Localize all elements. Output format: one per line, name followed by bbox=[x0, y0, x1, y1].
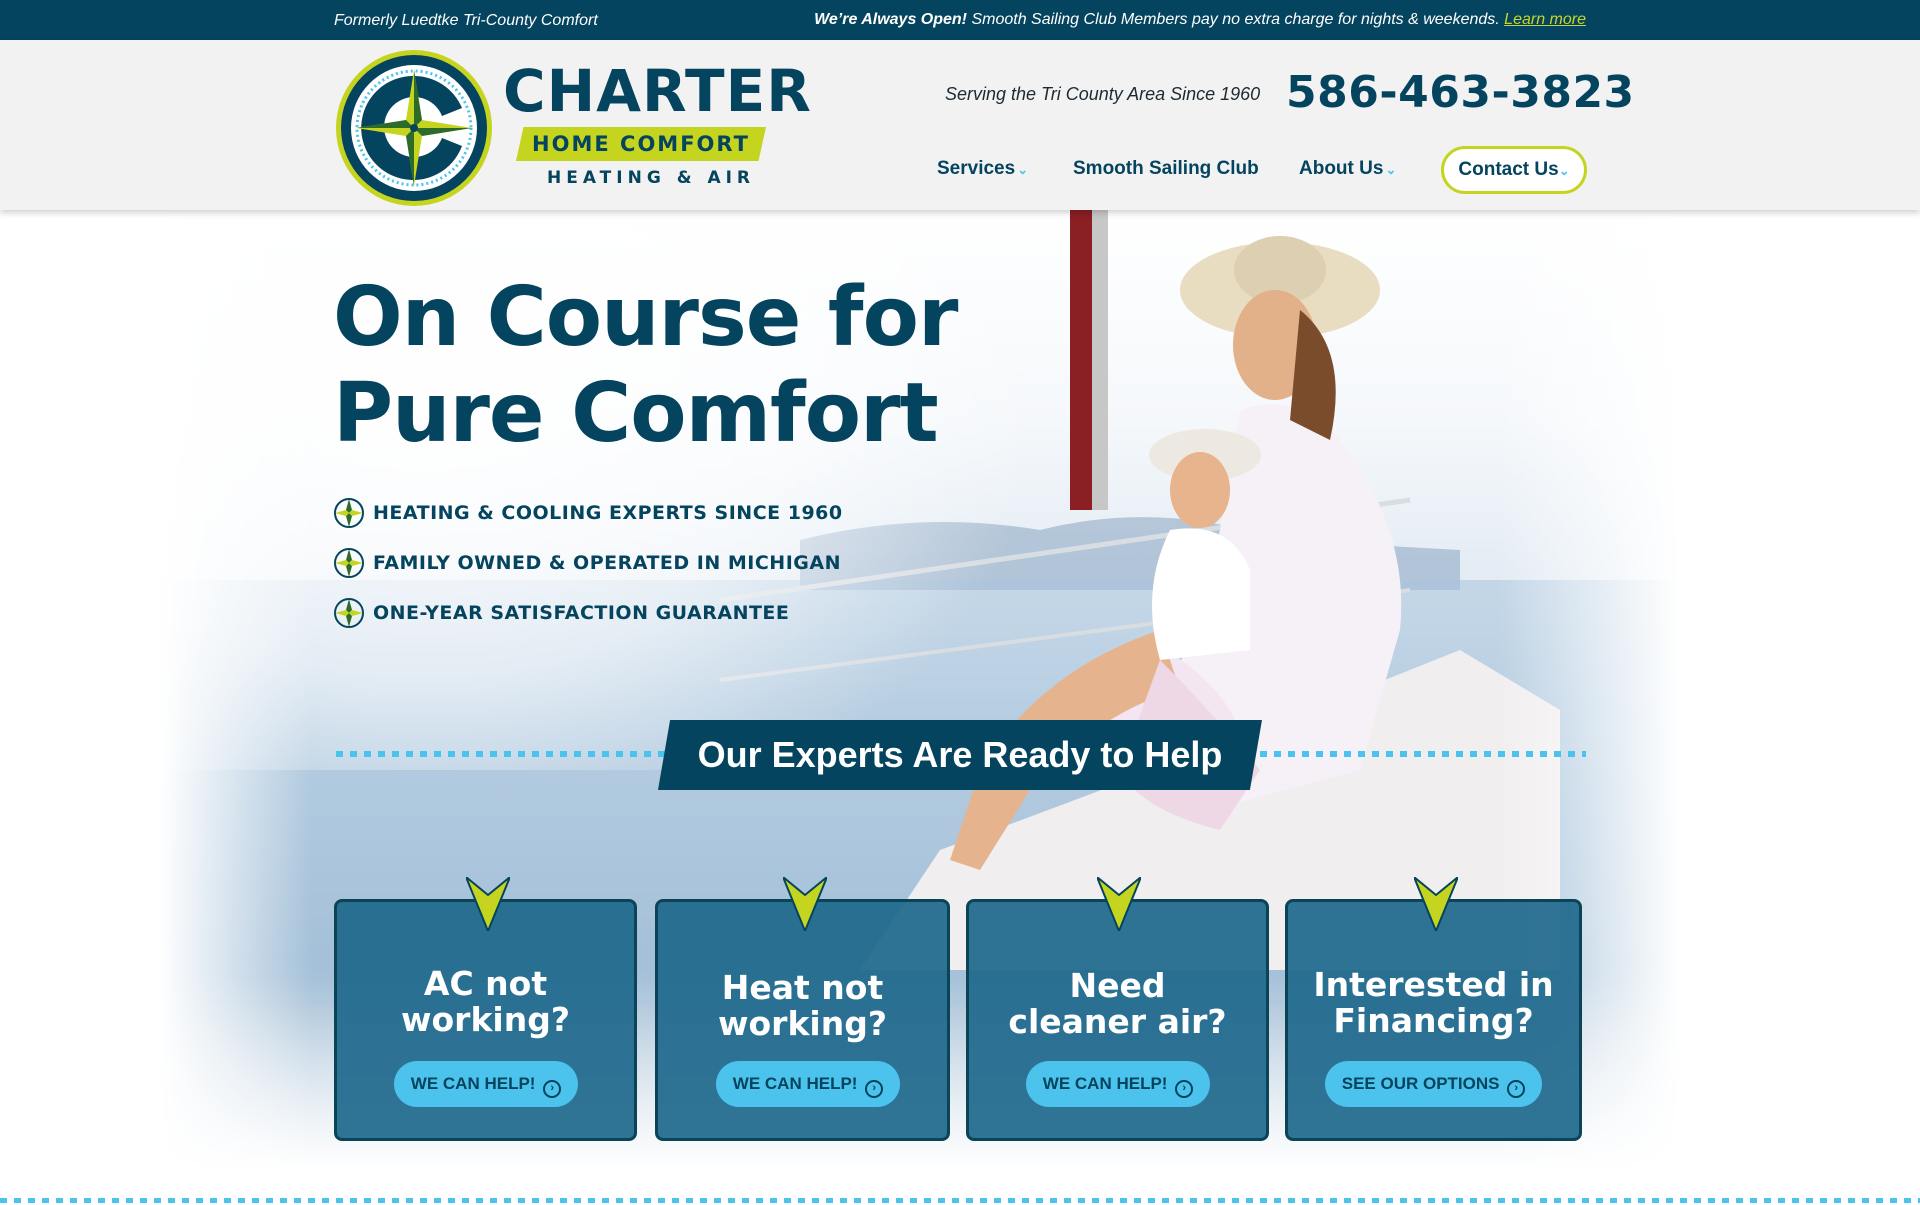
air-help-button[interactable]: WE CAN HELP! › bbox=[1026, 1061, 1210, 1107]
button-label: WE CAN HELP! bbox=[410, 1074, 536, 1093]
card-title-line-1: Heat not bbox=[721, 968, 884, 1007]
card-title: Heat not working? bbox=[658, 970, 947, 1042]
compass-star-icon bbox=[334, 548, 364, 578]
bottom-dotted-divider bbox=[0, 1198, 1920, 1203]
hero-bullet-list: HEATING & COOLING EXPERTS SINCE 1960 FAM… bbox=[333, 488, 843, 638]
bullet-text: FAMILY OWNED & OPERATED IN MICHIGAN bbox=[373, 552, 841, 574]
nav-about-label: About Us bbox=[1299, 158, 1384, 179]
learn-more-link[interactable]: Learn more bbox=[1504, 11, 1586, 28]
pointer-arrow-icon bbox=[466, 877, 510, 931]
card-title-line-1: AC not bbox=[423, 964, 548, 1003]
card-title-line-1: Interested in bbox=[1313, 965, 1554, 1004]
nav-smooth-sailing-club[interactable]: Smooth Sailing Club bbox=[1073, 158, 1259, 180]
bullet-item: ONE-YEAR SATISFACTION GUARANTEE bbox=[333, 588, 843, 638]
pointer-arrow-icon bbox=[783, 877, 827, 931]
headline-line-1: On Course for bbox=[333, 270, 958, 365]
contact-us-button[interactable]: Contact Us⌄ bbox=[1441, 146, 1587, 194]
experts-banner: Our Experts Are Ready to Help bbox=[658, 720, 1262, 790]
always-open-text: Smooth Sailing Club Members pay no extra… bbox=[967, 11, 1505, 28]
service-card-air-quality[interactable]: Need cleaner air? WE CAN HELP! › bbox=[966, 877, 1269, 1141]
card-title-line-2: cleaner air? bbox=[1008, 1002, 1227, 1041]
chevron-down-icon: ⌄ bbox=[1017, 162, 1029, 177]
card-title: Interested in Financing? bbox=[1288, 967, 1579, 1039]
arrow-circle-right-icon: › bbox=[543, 1080, 562, 1098]
announcement-bar: Formerly Luedtke Tri-County Comfort We’r… bbox=[0, 0, 1920, 40]
contact-us-label: Contact Us bbox=[1458, 159, 1559, 180]
logo-wordmark[interactable]: CHARTER bbox=[503, 62, 812, 120]
nav-services[interactable]: Services ⌄ bbox=[937, 158, 1028, 180]
service-card-ac[interactable]: AC not working? WE CAN HELP! › bbox=[334, 877, 637, 1141]
button-label: WE CAN HELP! bbox=[732, 1074, 858, 1093]
bullet-text: ONE-YEAR SATISFACTION GUARANTEE bbox=[373, 602, 790, 624]
compass-star-icon bbox=[334, 498, 364, 528]
logo-band: HOME COMFORT bbox=[516, 127, 766, 161]
always-open-label: We’re Always Open! bbox=[814, 11, 967, 28]
compass-star-icon bbox=[334, 598, 364, 628]
nav-services-label: Services bbox=[937, 158, 1016, 179]
bullet-text: HEATING & COOLING EXPERTS SINCE 1960 bbox=[373, 502, 843, 524]
nav-about-us[interactable]: About Us ⌄ bbox=[1299, 158, 1396, 180]
chevron-down-icon: ⌄ bbox=[1558, 163, 1570, 178]
formerly-text: Formerly Luedtke Tri-County Comfort bbox=[334, 12, 598, 29]
card-title-line-2: working? bbox=[401, 1000, 570, 1039]
pointer-arrow-icon bbox=[1097, 877, 1141, 931]
hero-section: On Course for Pure Comfort HEATING & COO… bbox=[0, 210, 1920, 1205]
chevron-down-icon: ⌄ bbox=[1385, 162, 1397, 177]
always-open-notice: We’re Always Open! Smooth Sailing Club M… bbox=[814, 11, 1586, 29]
compass-logo-icon[interactable] bbox=[334, 48, 494, 208]
card-title-line-2: Financing? bbox=[1333, 1001, 1534, 1040]
headline-line-2: Pure Comfort bbox=[333, 366, 939, 461]
card-title-line-2: working? bbox=[718, 1004, 887, 1043]
ac-help-button[interactable]: WE CAN HELP! › bbox=[394, 1061, 578, 1107]
arrow-circle-right-icon: › bbox=[865, 1080, 884, 1098]
arrow-circle-right-icon: › bbox=[1175, 1080, 1194, 1098]
pointer-arrow-icon bbox=[1414, 877, 1458, 931]
button-label: WE CAN HELP! bbox=[1042, 1074, 1168, 1093]
button-label: SEE OUR OPTIONS bbox=[1341, 1074, 1500, 1093]
logo-band-text: HOME COMFORT bbox=[532, 132, 750, 156]
site-header: CHARTER HOME COMFORT HEATING & AIR Servi… bbox=[0, 40, 1920, 210]
service-card-financing[interactable]: Interested in Financing? SEE OUR OPTIONS … bbox=[1285, 877, 1582, 1141]
card-title: Need cleaner air? bbox=[969, 968, 1266, 1040]
hero-headline: On Course for Pure Comfort bbox=[333, 270, 958, 462]
bullet-item: HEATING & COOLING EXPERTS SINCE 1960 bbox=[333, 488, 843, 538]
service-area-tagline: Serving the Tri County Area Since 1960 bbox=[945, 84, 1261, 104]
logo-subtitle: HEATING & AIR bbox=[547, 168, 756, 188]
phone-number-link[interactable]: 586-463-3823 bbox=[1286, 67, 1635, 118]
bullet-item: FAMILY OWNED & OPERATED IN MICHIGAN bbox=[333, 538, 843, 588]
heat-help-button[interactable]: WE CAN HELP! › bbox=[716, 1061, 900, 1107]
service-card-heat[interactable]: Heat not working? WE CAN HELP! › bbox=[655, 877, 950, 1141]
card-title-line-1: Need bbox=[1069, 966, 1166, 1005]
financing-options-button[interactable]: SEE OUR OPTIONS › bbox=[1325, 1061, 1542, 1107]
card-title: AC not working? bbox=[337, 966, 634, 1038]
arrow-circle-right-icon: › bbox=[1507, 1080, 1526, 1098]
